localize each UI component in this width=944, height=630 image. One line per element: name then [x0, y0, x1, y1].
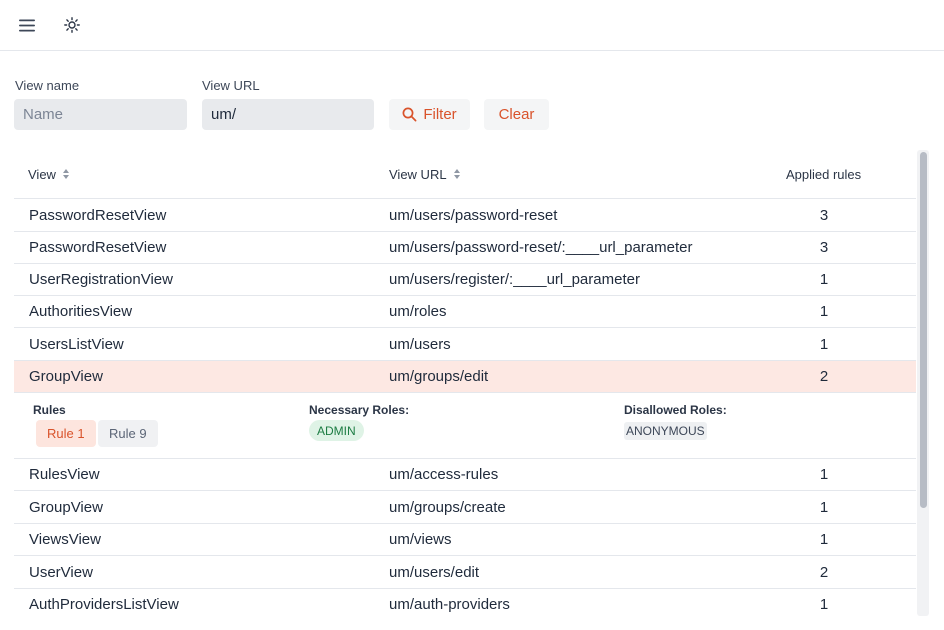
cell-view-url: um/users/password-reset/:____url_paramet… [389, 239, 693, 256]
top-bar [0, 0, 944, 51]
column-header-view-label: View [28, 167, 56, 182]
filter-bar: View name View URL Filter Clear [0, 51, 944, 147]
clear-button[interactable]: Clear [484, 99, 549, 130]
cell-view: GroupView [29, 499, 103, 516]
cell-view: UserRegistrationView [29, 271, 173, 288]
necessary-roles-title: Necessary Roles: [309, 403, 410, 417]
row-details-panel: Rules Rule 1 Rule 9 Necessary Roles: ADM… [14, 394, 916, 459]
cell-view: ViewsView [29, 531, 101, 548]
table-row[interactable]: AuthProvidersListView um/auth-providers … [14, 589, 916, 620]
cell-view: PasswordResetView [29, 207, 167, 224]
cell-view-url: um/users/password-reset [389, 207, 558, 224]
disallowed-roles-title: Disallowed Roles: [624, 403, 727, 417]
cell-applied-rules: 2 [819, 368, 829, 385]
cell-view: PasswordResetView [29, 239, 167, 256]
cell-applied-rules: 2 [819, 564, 829, 581]
cell-view-url: um/groups/edit [389, 368, 489, 385]
cell-view-url: um/views [389, 531, 452, 548]
cell-view-url: um/auth-providers [389, 596, 510, 613]
grid-scrollbar[interactable] [917, 150, 929, 616]
rule-tag-rule-9[interactable]: Rule 9 [98, 420, 158, 447]
column-header-applied-rules-label: Applied rules [786, 167, 862, 182]
table-row[interactable]: UserRegistrationView um/users/register/:… [14, 264, 916, 296]
cell-view: GroupView [29, 368, 103, 385]
filter-button[interactable]: Filter [389, 99, 470, 130]
view-name-label: View name [15, 78, 80, 93]
rule-tag-label: Rule 9 [109, 426, 147, 441]
hamburger-menu-icon[interactable] [13, 11, 41, 39]
cell-applied-rules: 1 [819, 271, 829, 288]
search-icon [402, 107, 417, 122]
cell-applied-rules: 1 [819, 499, 829, 516]
table-row[interactable]: UserView um/users/edit 2 [14, 557, 916, 589]
sun-icon[interactable] [58, 11, 86, 39]
cell-view: UsersListView [29, 336, 124, 353]
grid-header: View View URL Applied rules [14, 150, 916, 199]
rules-title: Rules [33, 403, 66, 417]
cell-view-url: um/roles [389, 303, 447, 320]
table-row[interactable]: PasswordResetView um/users/password-rese… [14, 232, 916, 264]
cell-applied-rules: 1 [819, 303, 829, 320]
cell-view: RulesView [29, 466, 100, 483]
table-row[interactable]: GroupView um/groups/create 1 [14, 492, 916, 524]
view-name-input[interactable] [14, 99, 187, 130]
cell-applied-rules: 3 [819, 207, 829, 224]
column-header-view-url-label: View URL [389, 167, 447, 182]
cell-applied-rules: 1 [819, 466, 829, 483]
column-header-view[interactable]: View [28, 167, 71, 182]
view-url-input[interactable] [202, 99, 374, 130]
cell-view-url: um/users [389, 336, 451, 353]
cell-view: AuthProvidersListView [29, 596, 179, 613]
role-badge-anonymous: ANONYMOUS [624, 422, 707, 440]
role-badge-admin: ADMIN [309, 420, 364, 441]
table-row[interactable]: AuthoritiesView um/roles 1 [14, 296, 916, 328]
cell-view-url: um/users/edit [389, 564, 480, 581]
sort-icon[interactable] [62, 169, 71, 180]
cell-applied-rules: 1 [819, 596, 829, 613]
sort-icon[interactable] [453, 169, 462, 180]
view-url-label: View URL [202, 78, 260, 93]
table-row[interactable]: RulesView um/access-rules 1 [14, 459, 916, 491]
table-row[interactable]: PasswordResetView um/users/password-rese… [14, 200, 916, 232]
rule-tag-rule-1[interactable]: Rule 1 [36, 420, 96, 447]
cell-view-url: um/users/register/:____url_parameter [389, 271, 640, 288]
scrollbar-thumb[interactable] [920, 152, 927, 508]
column-header-view-url[interactable]: View URL [389, 167, 462, 182]
clear-button-label: Clear [498, 106, 535, 123]
cell-applied-rules: 1 [819, 336, 829, 353]
column-header-applied-rules: Applied rules [786, 167, 861, 182]
cell-view-url: um/groups/create [389, 499, 506, 516]
cell-view: UserView [29, 564, 93, 581]
table-row-selected[interactable]: GroupView um/groups/edit 2 [14, 361, 916, 393]
cell-view-url: um/access-rules [389, 466, 499, 483]
views-grid: View View URL Applied rules PasswordRese… [14, 150, 916, 620]
table-row[interactable]: ViewsView um/views 1 [14, 524, 916, 556]
cell-applied-rules: 1 [819, 531, 829, 548]
rule-tag-label: Rule 1 [47, 426, 85, 441]
cell-view: AuthoritiesView [29, 303, 133, 320]
filter-button-label: Filter [423, 106, 457, 123]
table-row[interactable]: UsersListView um/users 1 [14, 329, 916, 361]
cell-applied-rules: 3 [819, 239, 829, 256]
